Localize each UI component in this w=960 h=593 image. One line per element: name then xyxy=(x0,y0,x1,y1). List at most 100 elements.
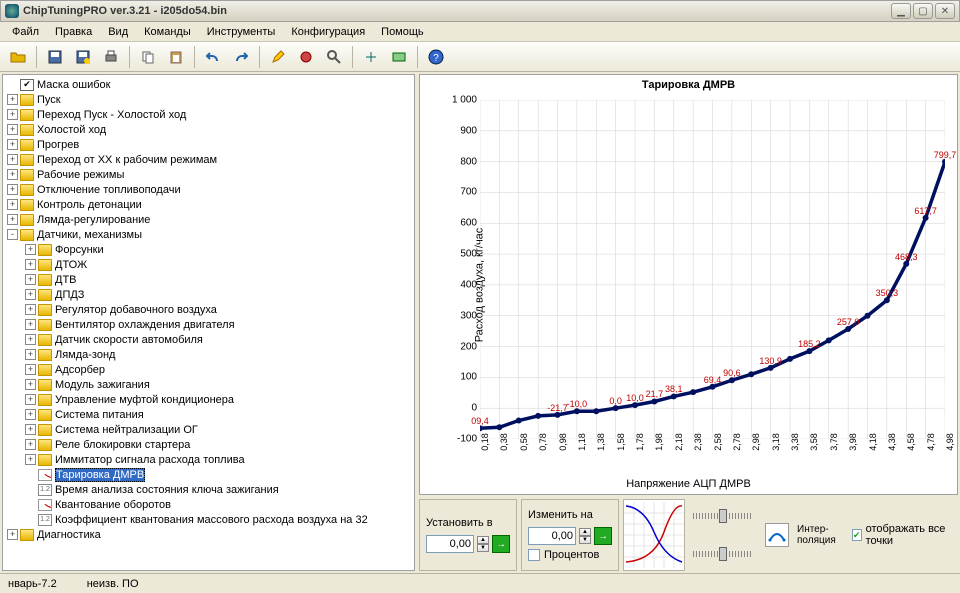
tool2-icon[interactable] xyxy=(387,45,411,69)
expander-icon[interactable]: + xyxy=(25,409,36,420)
save-icon[interactable] xyxy=(43,45,67,69)
tree-node[interactable]: 1.2Время анализа состояния ключа зажиган… xyxy=(3,482,414,497)
expander-icon[interactable]: - xyxy=(7,229,18,240)
tree-node[interactable]: +Иммитатор сигнала расхода топлива xyxy=(3,452,414,467)
redo-icon[interactable] xyxy=(229,45,253,69)
expander-icon[interactable]: + xyxy=(25,394,36,405)
tree-node[interactable]: +Регулятор добавочного воздуха xyxy=(3,302,414,317)
expander-icon[interactable]: + xyxy=(25,304,36,315)
help-icon[interactable]: ? xyxy=(424,45,448,69)
percent-checkbox[interactable]: Процентов xyxy=(528,549,612,561)
tree-node[interactable]: +Диагностика xyxy=(3,527,414,542)
expander-icon[interactable]: + xyxy=(25,424,36,435)
x-tick: 2,78 xyxy=(732,433,742,451)
expander-icon[interactable]: + xyxy=(7,124,18,135)
expander-icon[interactable]: + xyxy=(7,169,18,180)
expander-icon[interactable]: + xyxy=(25,319,36,330)
menu-file[interactable]: Файл xyxy=(4,24,47,40)
change-spin[interactable]: ▲▼ xyxy=(579,528,591,544)
expander-icon[interactable]: + xyxy=(25,334,36,345)
expander-icon[interactable]: + xyxy=(7,529,18,540)
tree-node[interactable]: ✔Маска ошибок xyxy=(3,77,414,92)
expander-icon[interactable]: + xyxy=(25,244,36,255)
data-label: -21,7 xyxy=(547,403,568,413)
open-icon[interactable] xyxy=(6,45,30,69)
tree-node[interactable]: +Вентилятор охлаждения двигателя xyxy=(3,317,414,332)
tree-node[interactable]: +Адсорбер xyxy=(3,362,414,377)
pencil-icon[interactable] xyxy=(266,45,290,69)
interp-button[interactable] xyxy=(765,523,789,547)
menu-tools[interactable]: Инструменты xyxy=(199,24,284,40)
minimize-button[interactable]: ▁ xyxy=(891,3,911,19)
curve-icon xyxy=(38,469,52,481)
menu-help[interactable]: Помощь xyxy=(373,24,432,40)
expander-icon[interactable]: + xyxy=(25,259,36,270)
tree-node[interactable]: +Датчик скорости автомобиля xyxy=(3,332,414,347)
change-apply-button[interactable]: → xyxy=(594,527,612,545)
menu-edit[interactable]: Правка xyxy=(47,24,100,40)
tree-node[interactable]: +Рабочие режимы xyxy=(3,167,414,182)
expander-icon[interactable]: + xyxy=(7,94,18,105)
expander-icon[interactable]: + xyxy=(7,154,18,165)
tree-label: Лямда-регулирование xyxy=(37,214,150,226)
set-spin[interactable]: ▲▼ xyxy=(477,536,489,552)
tree-node[interactable]: +ДТВ xyxy=(3,272,414,287)
expander-icon[interactable]: + xyxy=(25,364,36,375)
print-icon[interactable] xyxy=(99,45,123,69)
tree-node[interactable]: +Форсунки xyxy=(3,242,414,257)
tree-node[interactable]: +Реле блокировки стартера xyxy=(3,437,414,452)
x-tick: 0,18 xyxy=(480,433,490,451)
tree-node[interactable]: +Управление муфтой кондиционера xyxy=(3,392,414,407)
undo-icon[interactable] xyxy=(201,45,225,69)
copy-icon[interactable] xyxy=(136,45,160,69)
expander-icon[interactable]: + xyxy=(25,349,36,360)
expander-icon[interactable]: + xyxy=(25,274,36,285)
showall-checkbox[interactable]: ✔ отображать все точки xyxy=(852,523,952,547)
expander-icon[interactable]: + xyxy=(25,439,36,450)
menu-config[interactable]: Конфигурация xyxy=(283,24,373,40)
expander-icon[interactable]: + xyxy=(7,184,18,195)
tool1-icon[interactable] xyxy=(359,45,383,69)
search-icon[interactable] xyxy=(322,45,346,69)
tree-node[interactable]: +Переход Пуск - Холостой ход xyxy=(3,107,414,122)
tree-node[interactable]: +Пуск xyxy=(3,92,414,107)
tree-node[interactable]: -Датчики, механизмы xyxy=(3,227,414,242)
tree-node[interactable]: +Система нейтрализации ОГ xyxy=(3,422,414,437)
tree-panel[interactable]: ✔Маска ошибок+Пуск+Переход Пуск - Холост… xyxy=(2,74,415,571)
tree-node[interactable]: +ДПДЗ xyxy=(3,287,414,302)
tree-node[interactable]: +ДТОЖ xyxy=(3,257,414,272)
setting-icon[interactable] xyxy=(294,45,318,69)
expander-icon[interactable]: + xyxy=(7,199,18,210)
tree-node[interactable]: +Лямда-зонд xyxy=(3,347,414,362)
maximize-button[interactable]: ▢ xyxy=(913,3,933,19)
tree-node[interactable]: +Модуль зажигания xyxy=(3,377,414,392)
expander-icon[interactable]: + xyxy=(25,454,36,465)
expander-icon[interactable]: + xyxy=(7,109,18,120)
tree-node[interactable]: Тарировка ДМРВ xyxy=(3,467,414,482)
tree-node[interactable]: +Прогрев xyxy=(3,137,414,152)
tree-node[interactable]: +Контроль детонации xyxy=(3,197,414,212)
x-tick: 4,38 xyxy=(887,433,897,451)
paste-icon[interactable] xyxy=(164,45,188,69)
slider-1[interactable] xyxy=(693,513,751,519)
tree-node[interactable]: Квантование оборотов xyxy=(3,497,414,512)
tree-node[interactable]: +Холостой ход xyxy=(3,122,414,137)
menu-view[interactable]: Вид xyxy=(100,24,136,40)
tree-node[interactable]: +Отключение топливоподачи xyxy=(3,182,414,197)
tree-node[interactable]: 1.2Коэффициент квантования массового рас… xyxy=(3,512,414,527)
expander-icon[interactable]: + xyxy=(7,214,18,225)
menu-commands[interactable]: Команды xyxy=(136,24,199,40)
tree-node[interactable]: +Система питания xyxy=(3,407,414,422)
change-input[interactable] xyxy=(528,527,576,545)
expander-icon[interactable]: + xyxy=(7,139,18,150)
slider-2[interactable] xyxy=(693,551,751,557)
chart-plot[interactable]: -10001002003004005006007008009001 0000,1… xyxy=(480,100,945,439)
close-button[interactable]: ✕ xyxy=(935,3,955,19)
set-input[interactable] xyxy=(426,535,474,553)
set-apply-button[interactable]: → xyxy=(492,535,510,553)
tree-node[interactable]: +Переход от ХХ к рабочим режимам xyxy=(3,152,414,167)
tree-node[interactable]: + Лямда-регулирование xyxy=(3,212,414,227)
expander-icon[interactable]: + xyxy=(25,379,36,390)
saveas-icon[interactable] xyxy=(71,45,95,69)
expander-icon[interactable]: + xyxy=(25,289,36,300)
